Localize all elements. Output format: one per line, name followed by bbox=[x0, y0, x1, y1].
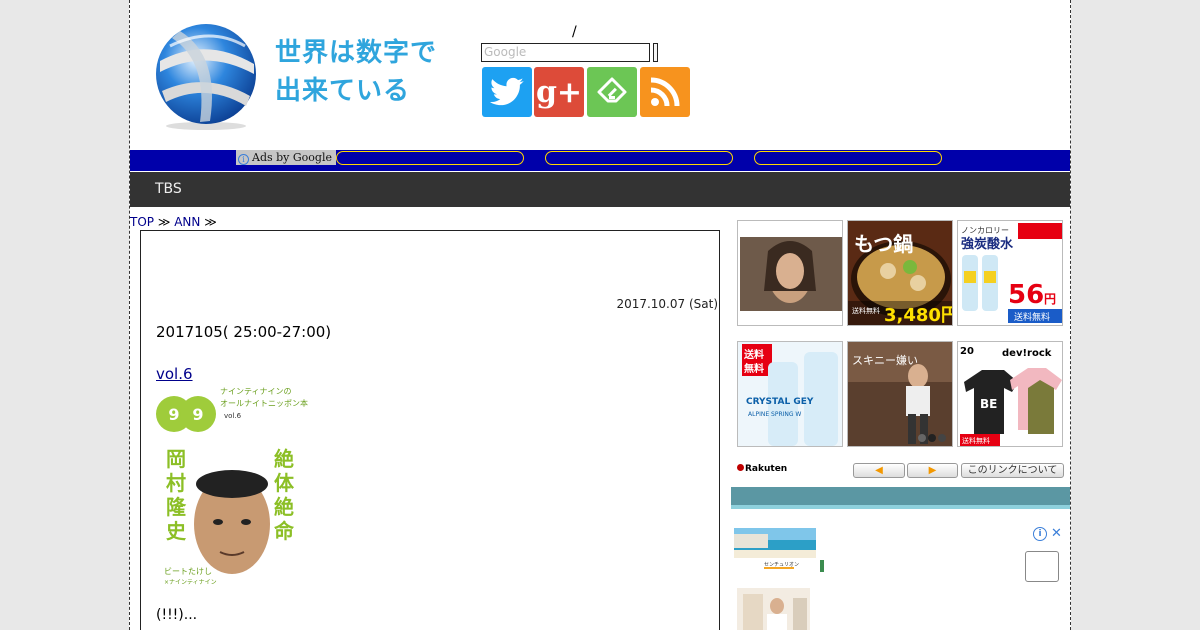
ad-accent-bar bbox=[820, 560, 824, 572]
breadcrumb-top[interactable]: TOP bbox=[130, 215, 154, 229]
twitter-button[interactable] bbox=[482, 67, 532, 117]
svg-text:史: 史 bbox=[166, 519, 187, 543]
article: 2017.10.07 (Sat) 2017105( 25:00-27:00) v… bbox=[140, 230, 720, 630]
svg-text:もつ鍋: もつ鍋 bbox=[854, 232, 913, 256]
rakuten-next-button[interactable]: ▶ bbox=[907, 463, 958, 478]
site-title[interactable]: 世界は数字で 出来ている bbox=[275, 34, 437, 110]
breadcrumb: TOP ≫ ANN ≫ bbox=[130, 215, 217, 229]
page: 世界は数字で 出来ている / Google g+ iAds by Google bbox=[129, 0, 1071, 630]
breadcrumb-ann[interactable]: ANN bbox=[174, 215, 200, 229]
site-title-line2: 出来ている bbox=[275, 76, 411, 106]
ad-link-1[interactable] bbox=[336, 151, 524, 165]
svg-text:オールナイトニッポン本: オールナイトニッポン本 bbox=[220, 398, 308, 408]
google-plus-button[interactable]: g+ bbox=[534, 67, 584, 117]
svg-text:CRYSTAL GEY: CRYSTAL GEY bbox=[746, 397, 814, 407]
svg-text:9: 9 bbox=[168, 405, 179, 424]
svg-text:隆: 隆 bbox=[166, 495, 187, 519]
adchoices-icon[interactable]: i bbox=[1033, 527, 1047, 541]
svg-text:岡: 岡 bbox=[166, 447, 186, 471]
search-input[interactable]: Google bbox=[481, 43, 650, 62]
svg-text:BE: BE bbox=[980, 397, 997, 411]
svg-text:円: 円 bbox=[1044, 292, 1056, 306]
svg-text:×ナインティナイン: ×ナインティナイン bbox=[164, 579, 217, 586]
svg-text:強炭酸水: 強炭酸水 bbox=[961, 236, 1014, 252]
rakuten-icon bbox=[737, 464, 744, 471]
svg-text:20: 20 bbox=[960, 346, 974, 357]
book-link[interactable]: vol.6 bbox=[156, 365, 193, 383]
ad-button[interactable] bbox=[1025, 551, 1059, 582]
site-logo[interactable] bbox=[150, 16, 262, 130]
info-icon: i bbox=[238, 154, 249, 165]
ad-link-bar: i Ads by Google bbox=[130, 150, 1070, 171]
article-snippet: (!!!)... bbox=[156, 607, 198, 623]
article-title: 2017105( 25:00-27:00) bbox=[156, 323, 332, 341]
svg-text:送料無料: 送料無料 bbox=[852, 306, 880, 315]
site-title-line1: 世界は数字で bbox=[275, 38, 438, 68]
svg-text:dev!rock: dev!rock bbox=[1002, 348, 1052, 359]
rakuten-product-6[interactable]: 20 dev!rock BE 送料無料 bbox=[957, 341, 1063, 447]
nav-item-tbs[interactable]: TBS bbox=[155, 181, 182, 197]
ad-link-3[interactable] bbox=[754, 151, 942, 165]
svg-text:絶: 絶 bbox=[274, 495, 294, 519]
svg-text:送料無料: 送料無料 bbox=[962, 436, 990, 445]
google-plus-icon: g+ bbox=[535, 74, 583, 110]
svg-text:9: 9 bbox=[192, 405, 203, 424]
svg-text:56: 56 bbox=[1008, 280, 1044, 310]
ad-link-2[interactable] bbox=[545, 151, 733, 165]
search-button[interactable] bbox=[653, 43, 658, 62]
book-cover-image[interactable]: 9 9 ナインティナインの オールナイトニッポン本 vol.6 岡 村 隆 史 … bbox=[156, 384, 309, 587]
feedly-icon bbox=[597, 77, 627, 103]
twitter-icon bbox=[490, 77, 524, 106]
svg-text:スキニー嫌い: スキニー嫌い bbox=[852, 353, 918, 367]
svg-text:絶: 絶 bbox=[274, 447, 294, 471]
rakuten-prev-button[interactable]: ◀ bbox=[853, 463, 905, 478]
article-date: 2017.10.07 (Sat) bbox=[616, 297, 718, 311]
feedly-button[interactable] bbox=[587, 67, 637, 117]
svg-text:ノンカロリー: ノンカロリー bbox=[961, 226, 1009, 235]
ads-by-google-label[interactable]: i Ads by Google bbox=[236, 150, 336, 165]
svg-text:送料無料: 送料無料 bbox=[1014, 311, 1050, 323]
sidebar-section-header bbox=[731, 487, 1070, 509]
search-label: / bbox=[572, 24, 577, 40]
ad-thumbnail[interactable]: センチュリオン bbox=[734, 528, 816, 570]
svg-text:ナインティナインの: ナインティナインの bbox=[220, 387, 292, 396]
breadcrumb-separator: ≫ bbox=[154, 215, 175, 229]
rakuten-product-1[interactable] bbox=[737, 220, 843, 326]
product-price: 3,480円 bbox=[884, 305, 953, 326]
ads-label: Ads by Google bbox=[252, 151, 332, 164]
rakuten-product-5[interactable]: スキニー嫌い bbox=[847, 341, 953, 447]
rakuten-product-3[interactable]: ノンカロリー 強炭酸水 56 円 送料無料 bbox=[957, 220, 1063, 326]
svg-text:ALPINE SPRING W: ALPINE SPRING W bbox=[748, 411, 801, 418]
rakuten-about-link-button[interactable]: このリンクについて bbox=[961, 463, 1064, 478]
svg-text:命: 命 bbox=[274, 519, 295, 543]
svg-text:送料: 送料 bbox=[743, 348, 764, 361]
breadcrumb-separator: ≫ bbox=[200, 215, 217, 229]
close-icon[interactable]: ✕ bbox=[1049, 527, 1064, 542]
svg-text:vol.6: vol.6 bbox=[224, 412, 242, 420]
rakuten-product-2[interactable]: もつ鍋 3,480円 送料無料 bbox=[847, 220, 953, 326]
svg-text:村: 村 bbox=[166, 471, 186, 495]
rakuten-logo[interactable]: Rakuten bbox=[737, 464, 787, 474]
nav-bar: TBS bbox=[130, 172, 1070, 207]
svg-text:ビートたけし: ビートたけし bbox=[164, 567, 212, 576]
rss-button[interactable] bbox=[640, 67, 690, 117]
ad-thumbnail[interactable] bbox=[737, 588, 810, 630]
svg-text:体: 体 bbox=[274, 471, 295, 495]
svg-text:無料: 無料 bbox=[744, 362, 764, 375]
rakuten-product-4[interactable]: 送料 無料 CRYSTAL GEY ALPINE SPRING W bbox=[737, 341, 843, 447]
rakuten-logo-text: Rakuten bbox=[745, 464, 788, 474]
rss-icon bbox=[650, 77, 680, 107]
